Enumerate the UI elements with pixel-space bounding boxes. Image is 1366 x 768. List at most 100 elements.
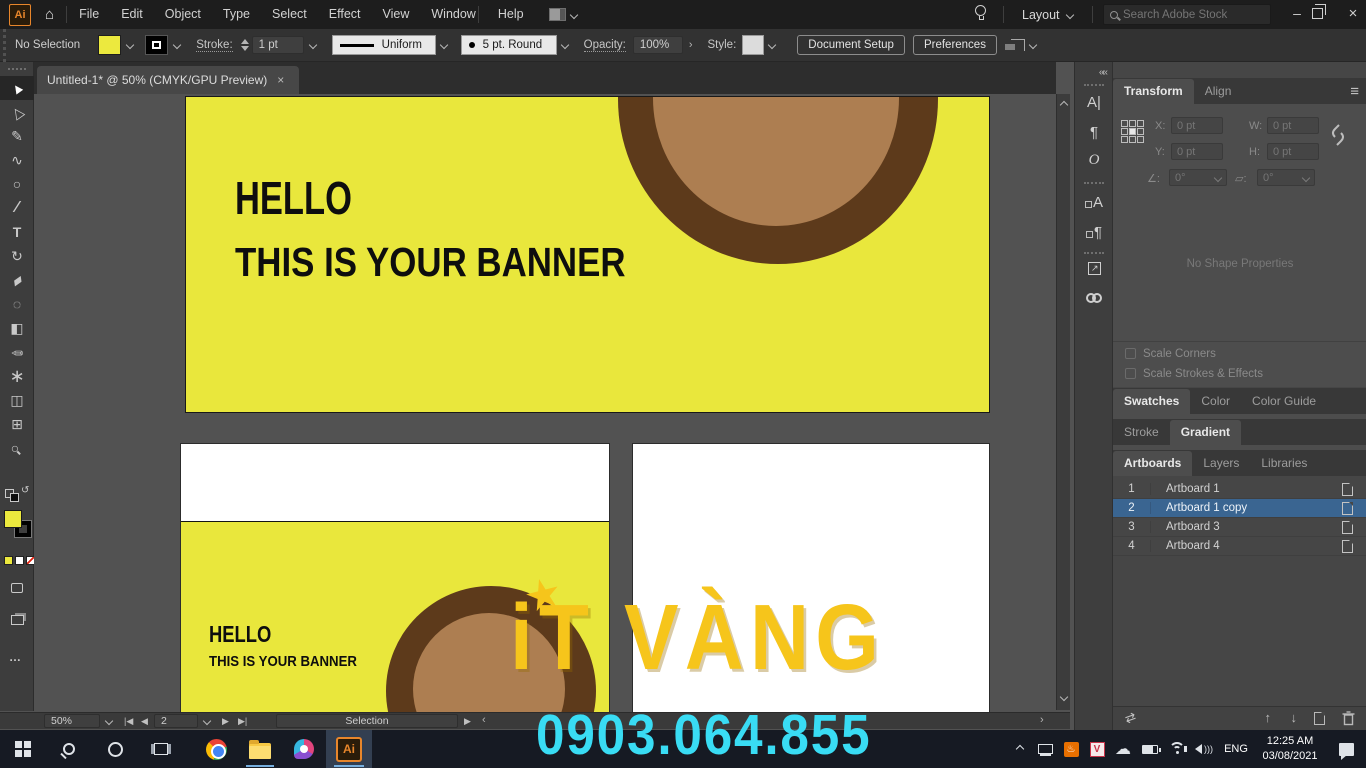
opacity-label[interactable]: Opacity: bbox=[584, 39, 626, 52]
zoom-level-field[interactable]: 50% bbox=[44, 714, 100, 728]
tab-color[interactable]: Color bbox=[1190, 389, 1241, 414]
stock-search-box[interactable] bbox=[1103, 4, 1271, 25]
transform-menu-icon[interactable]: ≡ bbox=[1350, 83, 1359, 100]
eyedropper-tool[interactable]: ✎ bbox=[0, 340, 34, 364]
brush-dropdown[interactable]: 5 pt. Round bbox=[461, 35, 557, 55]
color-button[interactable] bbox=[4, 556, 13, 565]
type-tool[interactable]: T bbox=[0, 220, 34, 244]
workspace-dropdown[interactable]: Layout bbox=[1022, 0, 1073, 29]
last-artboard-icon[interactable]: ▶| bbox=[238, 716, 247, 727]
minimize-button[interactable]: – bbox=[1284, 0, 1310, 29]
character-panel-icon[interactable]: A| bbox=[1075, 94, 1113, 111]
restore-button[interactable] bbox=[1312, 8, 1323, 19]
stroke-weight-chevron-icon[interactable] bbox=[308, 41, 316, 49]
tab-libraries[interactable]: Libraries bbox=[1250, 451, 1318, 476]
w-field[interactable]: 0 pt bbox=[1267, 117, 1319, 134]
volume-tray-icon[interactable]: ))) bbox=[1190, 730, 1218, 768]
tab-stroke[interactable]: Stroke bbox=[1113, 420, 1170, 445]
scale-strokes-option[interactable]: Scale Strokes & Effects bbox=[1125, 368, 1263, 380]
width-profile-dropdown[interactable]: Uniform bbox=[332, 35, 436, 55]
artboard-row-name[interactable]: Artboard 1 bbox=[1151, 483, 1342, 495]
new-artboard-icon[interactable] bbox=[1314, 712, 1325, 725]
h-field[interactable]: 0 pt bbox=[1267, 143, 1319, 160]
artboard-number-field[interactable]: 2 bbox=[154, 714, 198, 728]
opacity-expand-icon[interactable]: › bbox=[689, 39, 693, 51]
collapse-panels-icon[interactable]: «« bbox=[1099, 67, 1106, 78]
tray-expand-icon[interactable] bbox=[1008, 730, 1032, 768]
banner-subheading[interactable]: THIS IS YOUR BANNER bbox=[235, 239, 694, 286]
artboard-chevron-icon[interactable] bbox=[203, 717, 211, 725]
edit-toolbar-ellipsis[interactable]: … bbox=[9, 650, 23, 664]
pen-tool[interactable]: ✎ bbox=[0, 124, 34, 148]
banner-small-subheading[interactable]: THIS IS YOUR BANNER bbox=[209, 653, 377, 670]
menu-effect[interactable]: Effect bbox=[318, 0, 372, 29]
rotate-field[interactable]: 0° bbox=[1169, 169, 1227, 186]
action-center-icon[interactable] bbox=[1326, 730, 1366, 768]
stroke-weight-stepper[interactable] bbox=[241, 39, 249, 51]
next-artboard-icon[interactable]: ▶ bbox=[222, 716, 229, 727]
y-field[interactable]: 0 pt bbox=[1171, 143, 1223, 160]
artboard-page-icon[interactable] bbox=[1342, 540, 1353, 553]
artboard-page-icon[interactable] bbox=[1342, 502, 1353, 515]
task-view-icon[interactable] bbox=[138, 730, 184, 768]
gradient-button[interactable] bbox=[15, 556, 24, 565]
status-expand-icon[interactable]: ▶ bbox=[464, 716, 471, 727]
artboard-1[interactable]: HELLO THIS IS YOUR BANNER bbox=[185, 96, 990, 413]
fill-stroke-indicator[interactable] bbox=[4, 510, 32, 550]
style-chevron-icon[interactable] bbox=[768, 41, 776, 49]
scale-corners-checkbox[interactable] bbox=[1125, 348, 1136, 359]
scale-corners-option[interactable]: Scale Corners bbox=[1125, 348, 1216, 360]
artboard-page-icon[interactable] bbox=[1342, 521, 1353, 534]
close-button[interactable]: × bbox=[1340, 0, 1366, 29]
tab-transform[interactable]: Transform bbox=[1113, 79, 1194, 104]
chrome-icon[interactable] bbox=[194, 730, 238, 768]
menu-edit[interactable]: Edit bbox=[110, 0, 154, 29]
rotate-tool[interactable]: ↻ bbox=[0, 244, 34, 268]
tab-gradient[interactable]: Gradient bbox=[1170, 420, 1241, 445]
document-tab[interactable]: Untitled-1* @ 50% (CMYK/GPU Preview) × bbox=[37, 66, 299, 94]
banner-small-heading[interactable]: HELLO bbox=[209, 621, 287, 648]
selection-tool[interactable]: ▲ bbox=[0, 76, 34, 100]
rearrange-artboards-icon[interactable]: ⇄ bbox=[1123, 709, 1139, 728]
scroll-up-icon[interactable] bbox=[1060, 101, 1068, 109]
vertical-scrollbar[interactable] bbox=[1056, 94, 1070, 710]
battery-tray-icon[interactable] bbox=[1136, 730, 1164, 768]
paintbrush-tool[interactable]: ⁄ bbox=[0, 196, 34, 220]
document-setup-button[interactable]: Document Setup bbox=[797, 35, 905, 55]
tab-close-icon[interactable]: × bbox=[277, 73, 284, 87]
move-down-icon[interactable]: ↓ bbox=[1291, 710, 1298, 725]
constrain-proportions-icon[interactable] bbox=[1329, 122, 1347, 148]
style-swatch[interactable] bbox=[742, 35, 764, 55]
clock[interactable]: 12:25 AM 03/08/2021 bbox=[1254, 730, 1326, 768]
artboard-page-icon[interactable] bbox=[1342, 483, 1353, 496]
draw-mode-icon[interactable] bbox=[0, 576, 34, 600]
screen-mode-icon[interactable] bbox=[0, 608, 34, 632]
export-panel-icon[interactable]: ↗ bbox=[1075, 262, 1113, 279]
tab-layers[interactable]: Layers bbox=[1192, 451, 1250, 476]
paint3d-icon[interactable] bbox=[282, 730, 326, 768]
curvature-tool[interactable]: ∿ bbox=[0, 148, 34, 172]
language-indicator[interactable]: ENG bbox=[1218, 730, 1254, 768]
menu-help[interactable]: Help bbox=[487, 0, 535, 29]
eraser-tool[interactable]: ▰ bbox=[0, 268, 34, 292]
file-explorer-icon[interactable] bbox=[238, 730, 282, 768]
hscroll-left-icon[interactable]: ‹ bbox=[482, 714, 486, 726]
swap-fill-stroke-icon[interactable]: ↺ bbox=[5, 487, 29, 501]
zoom-chevron-icon[interactable] bbox=[105, 717, 113, 725]
links-panel-icon[interactable] bbox=[1075, 290, 1113, 307]
brush-chevron-icon[interactable] bbox=[560, 41, 568, 49]
first-artboard-icon[interactable]: |◀ bbox=[124, 716, 133, 727]
stroke-chevron-icon[interactable] bbox=[173, 41, 181, 49]
home-icon[interactable]: ⌂ bbox=[45, 6, 54, 23]
artboard-row-1[interactable]: 1 Artboard 1 bbox=[1113, 480, 1366, 499]
banner-heading[interactable]: HELLO bbox=[235, 171, 391, 225]
direct-selection-tool[interactable]: △ bbox=[0, 100, 34, 124]
display-tray-icon[interactable] bbox=[1032, 730, 1058, 768]
artboard-row-4[interactable]: 4 Artboard 4 bbox=[1113, 537, 1366, 556]
antivirus-tray-icon[interactable]: V bbox=[1084, 730, 1110, 768]
symbol-sprayer-tool[interactable]: ∗ bbox=[0, 364, 34, 388]
character-styles-panel-icon[interactable]: A bbox=[1075, 194, 1113, 211]
fill-proxy[interactable] bbox=[4, 510, 22, 528]
shape-builder-tool[interactable]: ◫ bbox=[0, 388, 34, 412]
taskbar-search-icon[interactable] bbox=[46, 730, 92, 768]
